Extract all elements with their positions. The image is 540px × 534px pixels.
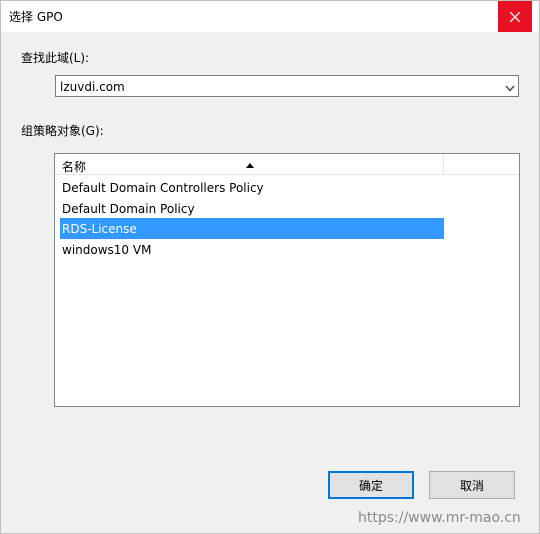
title-bar: 选择 GPO	[1, 1, 539, 32]
list-item[interactable]: windows10 VM	[60, 239, 444, 260]
close-button[interactable]	[498, 1, 532, 32]
list-item-label: Default Domain Controllers Policy	[62, 181, 264, 195]
domain-label: 查找此域(L):	[21, 51, 90, 65]
list-item-label: RDS-License	[62, 222, 137, 236]
watermark: https://www.mr-mao.cn	[358, 510, 521, 526]
ok-button[interactable]: 确定	[328, 471, 414, 499]
column-header-name[interactable]: 名称	[55, 154, 444, 174]
sort-ascending-icon	[246, 157, 254, 168]
list-item-label: Default Domain Policy	[62, 202, 195, 216]
chevron-down-icon	[505, 82, 515, 92]
gpo-list[interactable]: 名称 Default Domain Controllers Policy Def…	[54, 153, 520, 407]
gpo-label: 组策略对象(G):	[21, 124, 104, 138]
cancel-button[interactable]: 取消	[429, 471, 515, 499]
list-item-label: windows10 VM	[62, 243, 152, 257]
list-item[interactable]: Default Domain Controllers Policy	[60, 177, 444, 198]
close-icon	[510, 11, 520, 22]
domain-dropdown[interactable]: lzuvdi.com	[55, 75, 519, 97]
list-item[interactable]: RDS-License	[60, 218, 444, 239]
column-header-label: 名称	[62, 160, 87, 174]
window-title: 选择 GPO	[9, 10, 63, 24]
domain-value: lzuvdi.com	[60, 80, 125, 94]
list-header: 名称	[55, 154, 519, 175]
select-gpo-dialog: 选择 GPO 查找此域(L): lzuvdi.com 组策略对象(G): 名称 …	[0, 0, 540, 534]
list-item[interactable]: Default Domain Policy	[60, 198, 444, 219]
